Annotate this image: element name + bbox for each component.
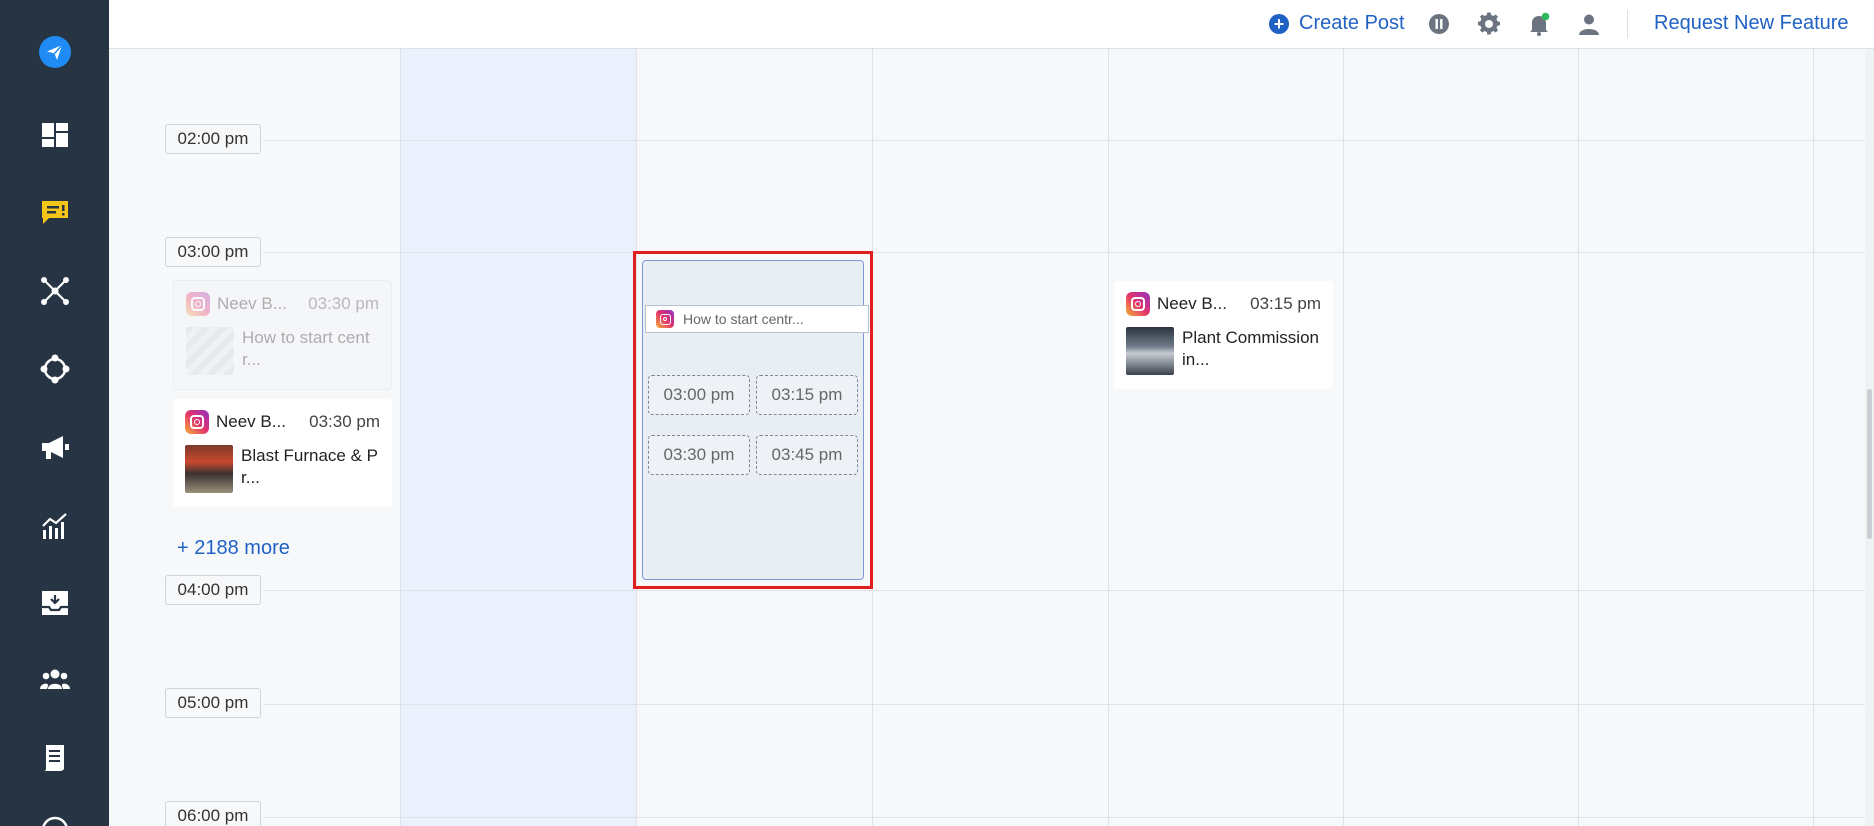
post-card[interactable]: Neev B... 03:30 pm Blast Furnace & P r..… <box>173 399 392 507</box>
time-label: 04:00 pm <box>165 575 261 605</box>
hour-line <box>263 140 1874 141</box>
network-icon[interactable] <box>0 261 109 321</box>
post-time: 03:30 pm <box>309 412 380 431</box>
instagram-icon <box>185 410 209 434</box>
dragged-post-preview[interactable]: How to start centr... <box>645 305 869 333</box>
help-icon[interactable] <box>0 800 109 826</box>
post-time: 03:30 pm <box>308 294 379 313</box>
time-slot-0345[interactable]: 03:45 pm <box>756 435 858 475</box>
vertical-scrollbar[interactable] <box>1865 49 1874 826</box>
post-account: Neev B... <box>217 294 287 313</box>
caption-line: How to start cent <box>242 328 370 347</box>
more-posts-link[interactable]: + 2188 more <box>177 537 290 560</box>
instagram-icon <box>186 292 210 316</box>
day-column-6[interactable] <box>1578 49 1814 826</box>
post-thumbnail <box>1126 327 1174 375</box>
sidebar <box>0 0 109 826</box>
bell-icon[interactable] <box>1526 11 1552 37</box>
time-label: 06:00 pm <box>165 801 261 826</box>
scrollbar-thumb[interactable] <box>1867 389 1872 539</box>
time-slot-0330[interactable]: 03:30 pm <box>648 435 750 475</box>
post-caption: How to start cent r... <box>242 327 370 375</box>
post-caption: Plant Commission in... <box>1182 327 1319 375</box>
post-account: Neev B... <box>216 412 286 431</box>
instagram-icon <box>1126 292 1150 316</box>
caption-line: Plant Commission <box>1182 328 1319 347</box>
document-icon[interactable] <box>0 728 109 788</box>
caption-line: Blast Furnace & P <box>241 446 379 465</box>
post-thumbnail <box>185 445 233 493</box>
post-card[interactable]: Neev B... 03:15 pm Plant Commission in..… <box>1114 281 1333 389</box>
request-new-feature-link[interactable]: Request New Feature <box>1654 0 1849 47</box>
time-slot-0300[interactable]: 03:00 pm <box>648 375 750 415</box>
time-label: 02:00 pm <box>165 124 261 154</box>
hour-line <box>263 704 1874 705</box>
analytics-icon[interactable] <box>0 496 109 556</box>
day-column-today[interactable] <box>400 49 636 826</box>
create-post-button[interactable]: + Create Post <box>1269 0 1405 47</box>
megaphone-icon[interactable] <box>0 417 109 477</box>
send-icon[interactable] <box>0 22 109 82</box>
chat-alert-icon[interactable] <box>0 182 109 242</box>
caption-line: in... <box>1182 350 1210 369</box>
post-account: Neev B... <box>1157 294 1227 313</box>
hour-line <box>263 817 1874 818</box>
hour-line <box>263 252 1874 253</box>
day-column-5[interactable] <box>1343 49 1579 826</box>
post-card-dragging-source[interactable]: Neev B... 03:30 pm How to start cent r..… <box>173 280 392 390</box>
gear-icon[interactable] <box>1476 11 1502 37</box>
hub-icon[interactable] <box>0 339 109 399</box>
calendar-week-grid: 02:00 pm 03:00 pm 04:00 pm 05:00 pm 06:0… <box>109 49 1874 826</box>
caption-line: r... <box>241 468 260 487</box>
plus-circle-icon: + <box>1269 13 1289 34</box>
drop-zone[interactable]: How to start centr... 03:00 pm 03:15 pm … <box>642 260 869 580</box>
time-label: 03:00 pm <box>165 237 261 267</box>
caption-line: r... <box>242 350 261 369</box>
time-slot-0315[interactable]: 03:15 pm <box>756 375 858 415</box>
topbar-divider <box>1627 10 1628 38</box>
instagram-icon <box>656 310 674 328</box>
team-icon[interactable] <box>0 650 109 710</box>
hour-line <box>263 590 1874 591</box>
create-post-label: Create Post <box>1299 12 1405 34</box>
day-column-3[interactable] <box>872 49 1108 826</box>
user-icon[interactable] <box>1576 11 1602 37</box>
pause-icon[interactable] <box>1426 11 1452 37</box>
post-time: 03:15 pm <box>1250 294 1321 313</box>
day-column-4[interactable] <box>1108 49 1344 826</box>
drop-zone-highlight[interactable]: How to start centr... 03:00 pm 03:15 pm … <box>633 251 873 589</box>
inbox-download-icon[interactable] <box>0 573 109 633</box>
time-label: 05:00 pm <box>165 688 261 718</box>
post-caption: Blast Furnace & P r... <box>241 445 378 493</box>
post-thumbnail <box>186 327 234 375</box>
dashboard-icon[interactable] <box>0 105 109 165</box>
dragged-post-caption: How to start centr... <box>683 311 804 327</box>
topbar: + Create Post Request New Feature <box>109 0 1874 49</box>
